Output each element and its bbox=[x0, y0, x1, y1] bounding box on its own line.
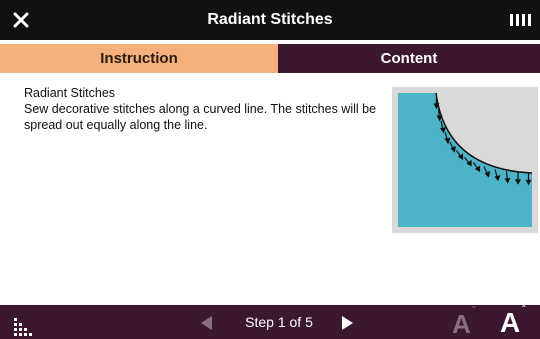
increase-font-button[interactable]: A ˆ bbox=[500, 305, 536, 339]
tab-content[interactable]: Content bbox=[278, 44, 540, 73]
increase-font-label: A bbox=[500, 307, 521, 338]
instruction-text: Radiant Stitches Sew decorative stitches… bbox=[24, 85, 384, 133]
title-bar: Radiant Stitches bbox=[0, 0, 540, 40]
decrease-mark-icon: ˇ bbox=[472, 306, 476, 317]
instruction-heading: Radiant Stitches bbox=[24, 86, 116, 100]
instruction-body: Sew decorative stitches along a curved l… bbox=[24, 102, 377, 132]
step-indicator: Step 1 of 5 bbox=[245, 314, 313, 330]
bottom-toolbar: Step 1 of 5 A ˇ A ˆ bbox=[0, 305, 540, 339]
page-title: Radiant Stitches bbox=[207, 11, 333, 28]
next-arrow-icon bbox=[342, 316, 353, 330]
close-button[interactable] bbox=[8, 7, 34, 33]
next-step-button[interactable] bbox=[336, 312, 358, 334]
grid-menu-icon[interactable] bbox=[14, 318, 36, 336]
previous-step-button[interactable] bbox=[196, 312, 218, 334]
tab-instruction[interactable]: Instruction bbox=[0, 44, 278, 73]
instruction-panel: Radiant Stitches Sew decorative stitches… bbox=[0, 73, 540, 305]
increase-mark-icon: ˆ bbox=[522, 305, 526, 316]
close-icon bbox=[13, 12, 29, 28]
signal-bars-icon bbox=[510, 14, 532, 28]
decrease-font-button[interactable]: A ˇ bbox=[452, 306, 486, 339]
decrease-font-label: A bbox=[452, 309, 471, 339]
radiant-stitches-illustration bbox=[392, 87, 538, 233]
prev-arrow-icon bbox=[201, 316, 212, 330]
tab-bar: Instruction Content bbox=[0, 44, 540, 73]
